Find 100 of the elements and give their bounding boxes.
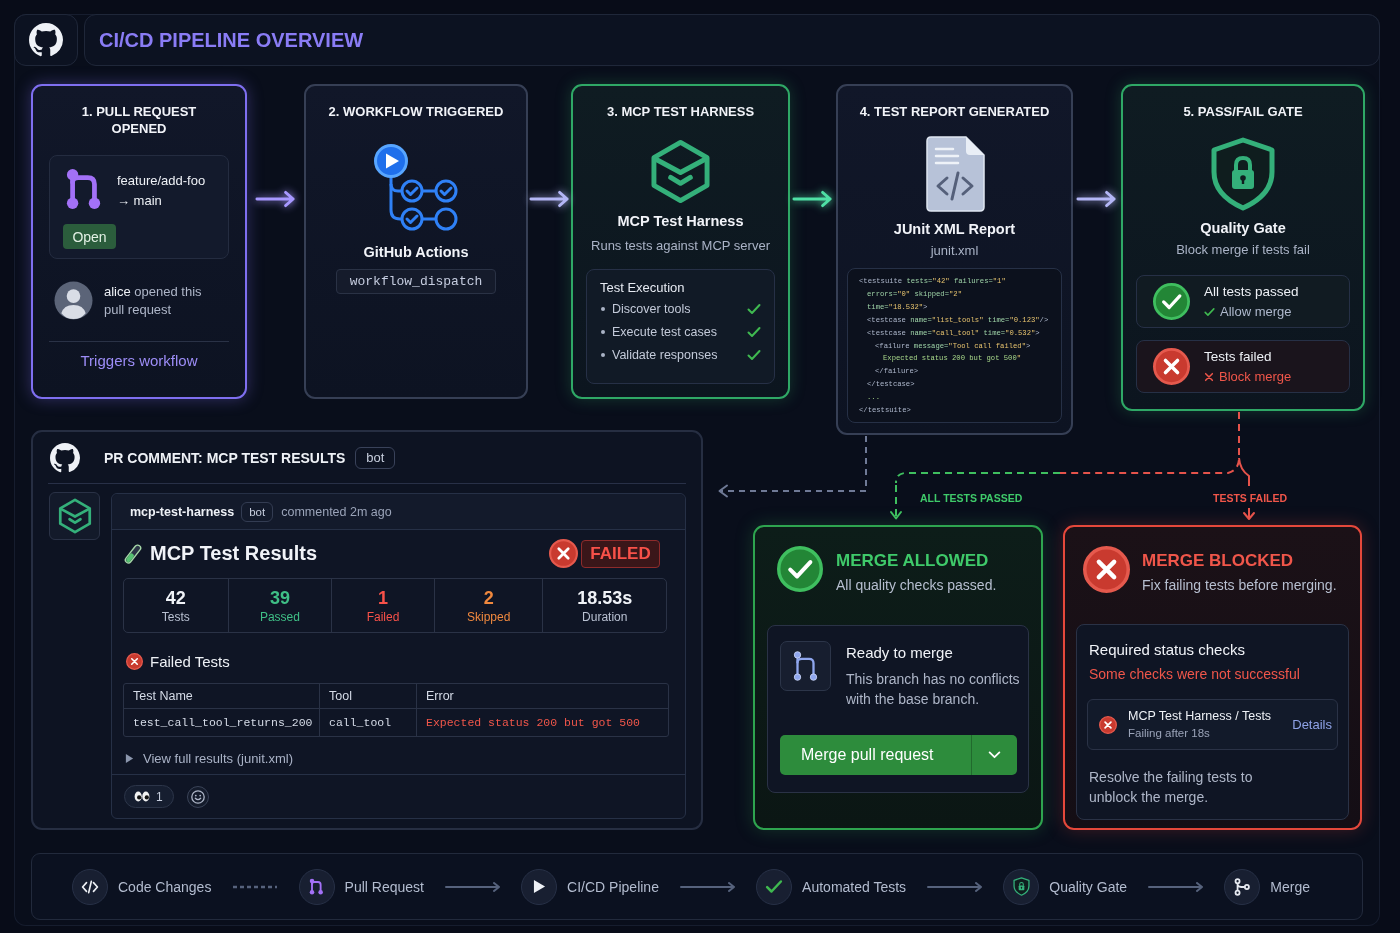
author-text: alice opened this pull request bbox=[104, 282, 203, 319]
step-name: Quality Gate bbox=[1200, 219, 1286, 237]
connector-arrow bbox=[1243, 507, 1255, 520]
reaction-button[interactable]: 1 bbox=[124, 785, 174, 808]
step-title: 1. PULL REQUEST OPENED bbox=[80, 103, 198, 137]
step-name: MCP Test Harness bbox=[617, 212, 744, 230]
trigger-label: Triggers workflow bbox=[80, 351, 198, 371]
panel-text: Some checks were not successful bbox=[1089, 665, 1301, 684]
outcome-title: MERGE ALLOWED bbox=[836, 550, 990, 572]
branch-name: feature/add-foo bbox=[117, 172, 206, 190]
shield-icon bbox=[1003, 868, 1040, 905]
flow-arrow bbox=[1076, 190, 1118, 208]
stat-label: Duration bbox=[582, 609, 628, 626]
workflow-icon bbox=[374, 144, 458, 231]
connector-arrow bbox=[890, 484, 902, 520]
event-tag: workflow_dispatch bbox=[336, 269, 496, 294]
outcome-label: TESTS FAILED bbox=[1213, 492, 1288, 504]
chevron-down-icon bbox=[988, 751, 1001, 759]
table-header-cell: Test Name bbox=[124, 684, 319, 710]
stat-value: 1 bbox=[378, 587, 389, 610]
result-action: Allow merge bbox=[1220, 302, 1292, 321]
avatar-icon bbox=[54, 281, 93, 320]
step-name: JUnit XML Report bbox=[893, 220, 1016, 238]
bullet-icon bbox=[601, 306, 605, 311]
outcome-subtitle: All quality checks passed. bbox=[836, 576, 997, 595]
stat-label: Failed bbox=[366, 609, 400, 626]
section-title: Failed Tests bbox=[150, 653, 230, 671]
panel-text: This branch has no conflicts with the base branch. bbox=[846, 670, 1021, 709]
check-circle-icon bbox=[1153, 283, 1190, 320]
outcome-label: ALL TESTS PASSED bbox=[920, 492, 1023, 504]
code-icon bbox=[72, 868, 108, 905]
bot-tag: bot bbox=[355, 446, 396, 469]
step-title: 5. PASS/FAIL GATE bbox=[1183, 103, 1303, 120]
table-cell: call_tool bbox=[319, 709, 416, 737]
logo-icon bbox=[29, 23, 63, 57]
play-icon bbox=[521, 868, 558, 905]
status-badge: Open bbox=[63, 224, 116, 249]
table-header-cell: Error bbox=[416, 684, 668, 710]
task-label: Execute test cases bbox=[612, 324, 718, 339]
flow-step-label: CI/CD Pipeline bbox=[567, 878, 659, 895]
check-name: MCP Test Harness / Tests bbox=[1128, 708, 1273, 725]
flow-arrow bbox=[792, 190, 834, 208]
details-toggle[interactable]: View full results (junit.xml) bbox=[125, 748, 294, 768]
flow-step-label: Merge bbox=[1270, 878, 1310, 895]
flow-step-label: Automated Tests bbox=[802, 878, 907, 895]
comment-heading: MCP Test Results bbox=[150, 542, 318, 566]
step-description: Block merge if tests fail bbox=[1176, 241, 1310, 259]
flow-step-label: Pull Request bbox=[344, 878, 424, 895]
task-label: Validate responses bbox=[612, 347, 719, 362]
code-file-icon bbox=[924, 136, 985, 212]
stat-value: 2 bbox=[483, 587, 494, 610]
outcome-title: MERGE BLOCKED bbox=[1142, 550, 1295, 572]
flow-step-label: Code Changes bbox=[118, 878, 212, 895]
table-cell-text: test_call_tool_returns_200 bbox=[132, 715, 314, 732]
panel-note: Resolve the failing tests to unblock the merge. bbox=[1089, 768, 1254, 807]
page-title: CI/CD PIPELINE OVERVIEW bbox=[99, 28, 364, 52]
step-description: Runs tests against MCP server bbox=[591, 237, 770, 255]
panel-title: Ready to merge bbox=[846, 643, 954, 663]
step-name: GitHub Actions bbox=[363, 243, 469, 261]
target-branch: → main bbox=[117, 192, 163, 210]
panel-title: PR COMMENT: MCP TEST RESULTS bbox=[104, 449, 346, 466]
comment-time: commented 2m ago bbox=[281, 504, 392, 519]
task-label: Discover tools bbox=[612, 301, 692, 316]
comment-author: mcp-test-harness bbox=[130, 504, 235, 519]
check-status: Failing after 18s bbox=[1128, 726, 1211, 741]
bot-tag: bot bbox=[241, 501, 274, 522]
x-icon bbox=[1204, 371, 1214, 382]
x-circle-icon bbox=[549, 539, 578, 569]
result-title: All tests passed bbox=[1204, 282, 1299, 301]
flow-arrow bbox=[528, 190, 571, 208]
x-circle-icon bbox=[1153, 348, 1190, 385]
flow-step-label: Quality Gate bbox=[1049, 878, 1128, 895]
step-title: 4. TEST REPORT GENERATED bbox=[859, 103, 1050, 120]
check-circle-icon bbox=[777, 546, 823, 592]
details-link[interactable]: Details bbox=[1292, 717, 1332, 732]
pull-request-icon bbox=[65, 168, 103, 210]
bullet-icon bbox=[601, 329, 605, 334]
logo-icon bbox=[50, 442, 80, 473]
stat-label: Tests bbox=[161, 609, 190, 626]
status-badge: FAILED bbox=[581, 539, 660, 568]
result-title: Tests failed bbox=[1204, 347, 1273, 366]
file-name: junit.xml bbox=[930, 242, 979, 260]
add-reaction-button[interactable] bbox=[186, 785, 209, 808]
merge-button[interactable]: Merge pull request bbox=[780, 735, 971, 775]
stat-value: 18.53s bbox=[577, 587, 633, 610]
pull-request-icon bbox=[298, 868, 335, 905]
x-circle-icon bbox=[1099, 715, 1117, 734]
x-circle-icon bbox=[126, 653, 143, 671]
cube-icon bbox=[650, 139, 711, 204]
pull-request-icon bbox=[780, 641, 831, 691]
result-action: Block merge bbox=[1219, 367, 1292, 386]
step-title: 2. WORKFLOW TRIGGERED bbox=[328, 103, 504, 120]
panel-title: Test Execution bbox=[600, 279, 686, 297]
panel-title: Required status checks bbox=[1089, 640, 1246, 660]
check-icon bbox=[1204, 306, 1215, 317]
stat-value: 39 bbox=[269, 587, 290, 610]
merge-icon bbox=[1224, 868, 1261, 905]
stat-label: Skipped bbox=[466, 609, 511, 626]
table-header-cell: Tool bbox=[319, 684, 416, 710]
table-cell: Expected status 200 but got 500 bbox=[416, 709, 668, 737]
